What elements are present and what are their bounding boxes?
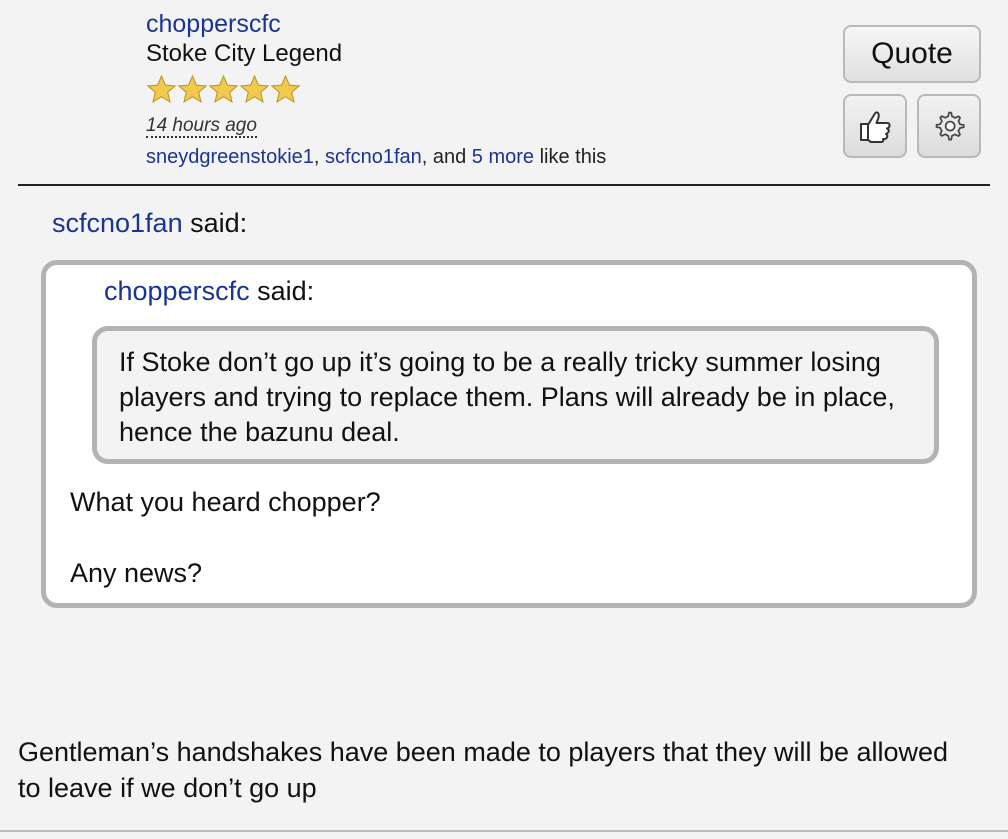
gear-icon — [935, 111, 965, 141]
quote-button[interactable]: Quote — [843, 25, 981, 83]
like-button[interactable] — [843, 94, 907, 158]
quoted-reply-line: What you heard chopper? — [70, 487, 381, 517]
nested-quoted-author-link[interactable]: chopperscfc — [104, 276, 250, 306]
star-icon — [208, 74, 239, 103]
nested-quote-attribution: chopperscfc said: — [104, 276, 314, 307]
likes-separator: , — [313, 146, 326, 168]
likes-separator: , and — [421, 146, 472, 168]
star-icon — [146, 74, 177, 103]
like-user-link[interactable]: scfcno1fan — [325, 146, 422, 168]
forum-post: chopperscfc Stoke City Legend 14 hours a… — [0, 0, 1008, 839]
quoted-author-link[interactable]: scfcno1fan — [52, 208, 183, 238]
like-user-link[interactable]: sneydgreenstokie1 — [146, 146, 314, 168]
star-icon — [177, 74, 208, 103]
quoted-reply-line: Any news? — [70, 558, 203, 588]
author-link[interactable]: chopperscfc — [146, 10, 281, 39]
settings-button[interactable] — [917, 94, 981, 158]
star-icon — [239, 74, 270, 103]
said-label: said: — [249, 276, 315, 306]
said-label: said: — [182, 208, 248, 238]
nested-quote-box: If Stoke don’t go up it’s going to be a … — [92, 326, 939, 464]
bottom-divider — [0, 830, 1008, 832]
thumbs-up-icon — [860, 111, 891, 143]
post-divider — [18, 184, 990, 186]
post-timestamp[interactable]: 14 hours ago — [146, 116, 257, 138]
likes-suffix: like this — [534, 146, 607, 168]
likes-summary: sneydgreenstokie1, scfcno1fan, and 5 mor… — [146, 146, 606, 169]
likes-more-link[interactable]: 5 more — [472, 146, 534, 168]
rating-stars — [146, 74, 301, 105]
star-icon — [270, 74, 301, 103]
post-body-text: Gentleman’s handshakes have been made to… — [18, 737, 949, 803]
author-rank-title: Stoke City Legend — [146, 40, 343, 67]
quote-attribution: scfcno1fan said: — [52, 208, 247, 239]
